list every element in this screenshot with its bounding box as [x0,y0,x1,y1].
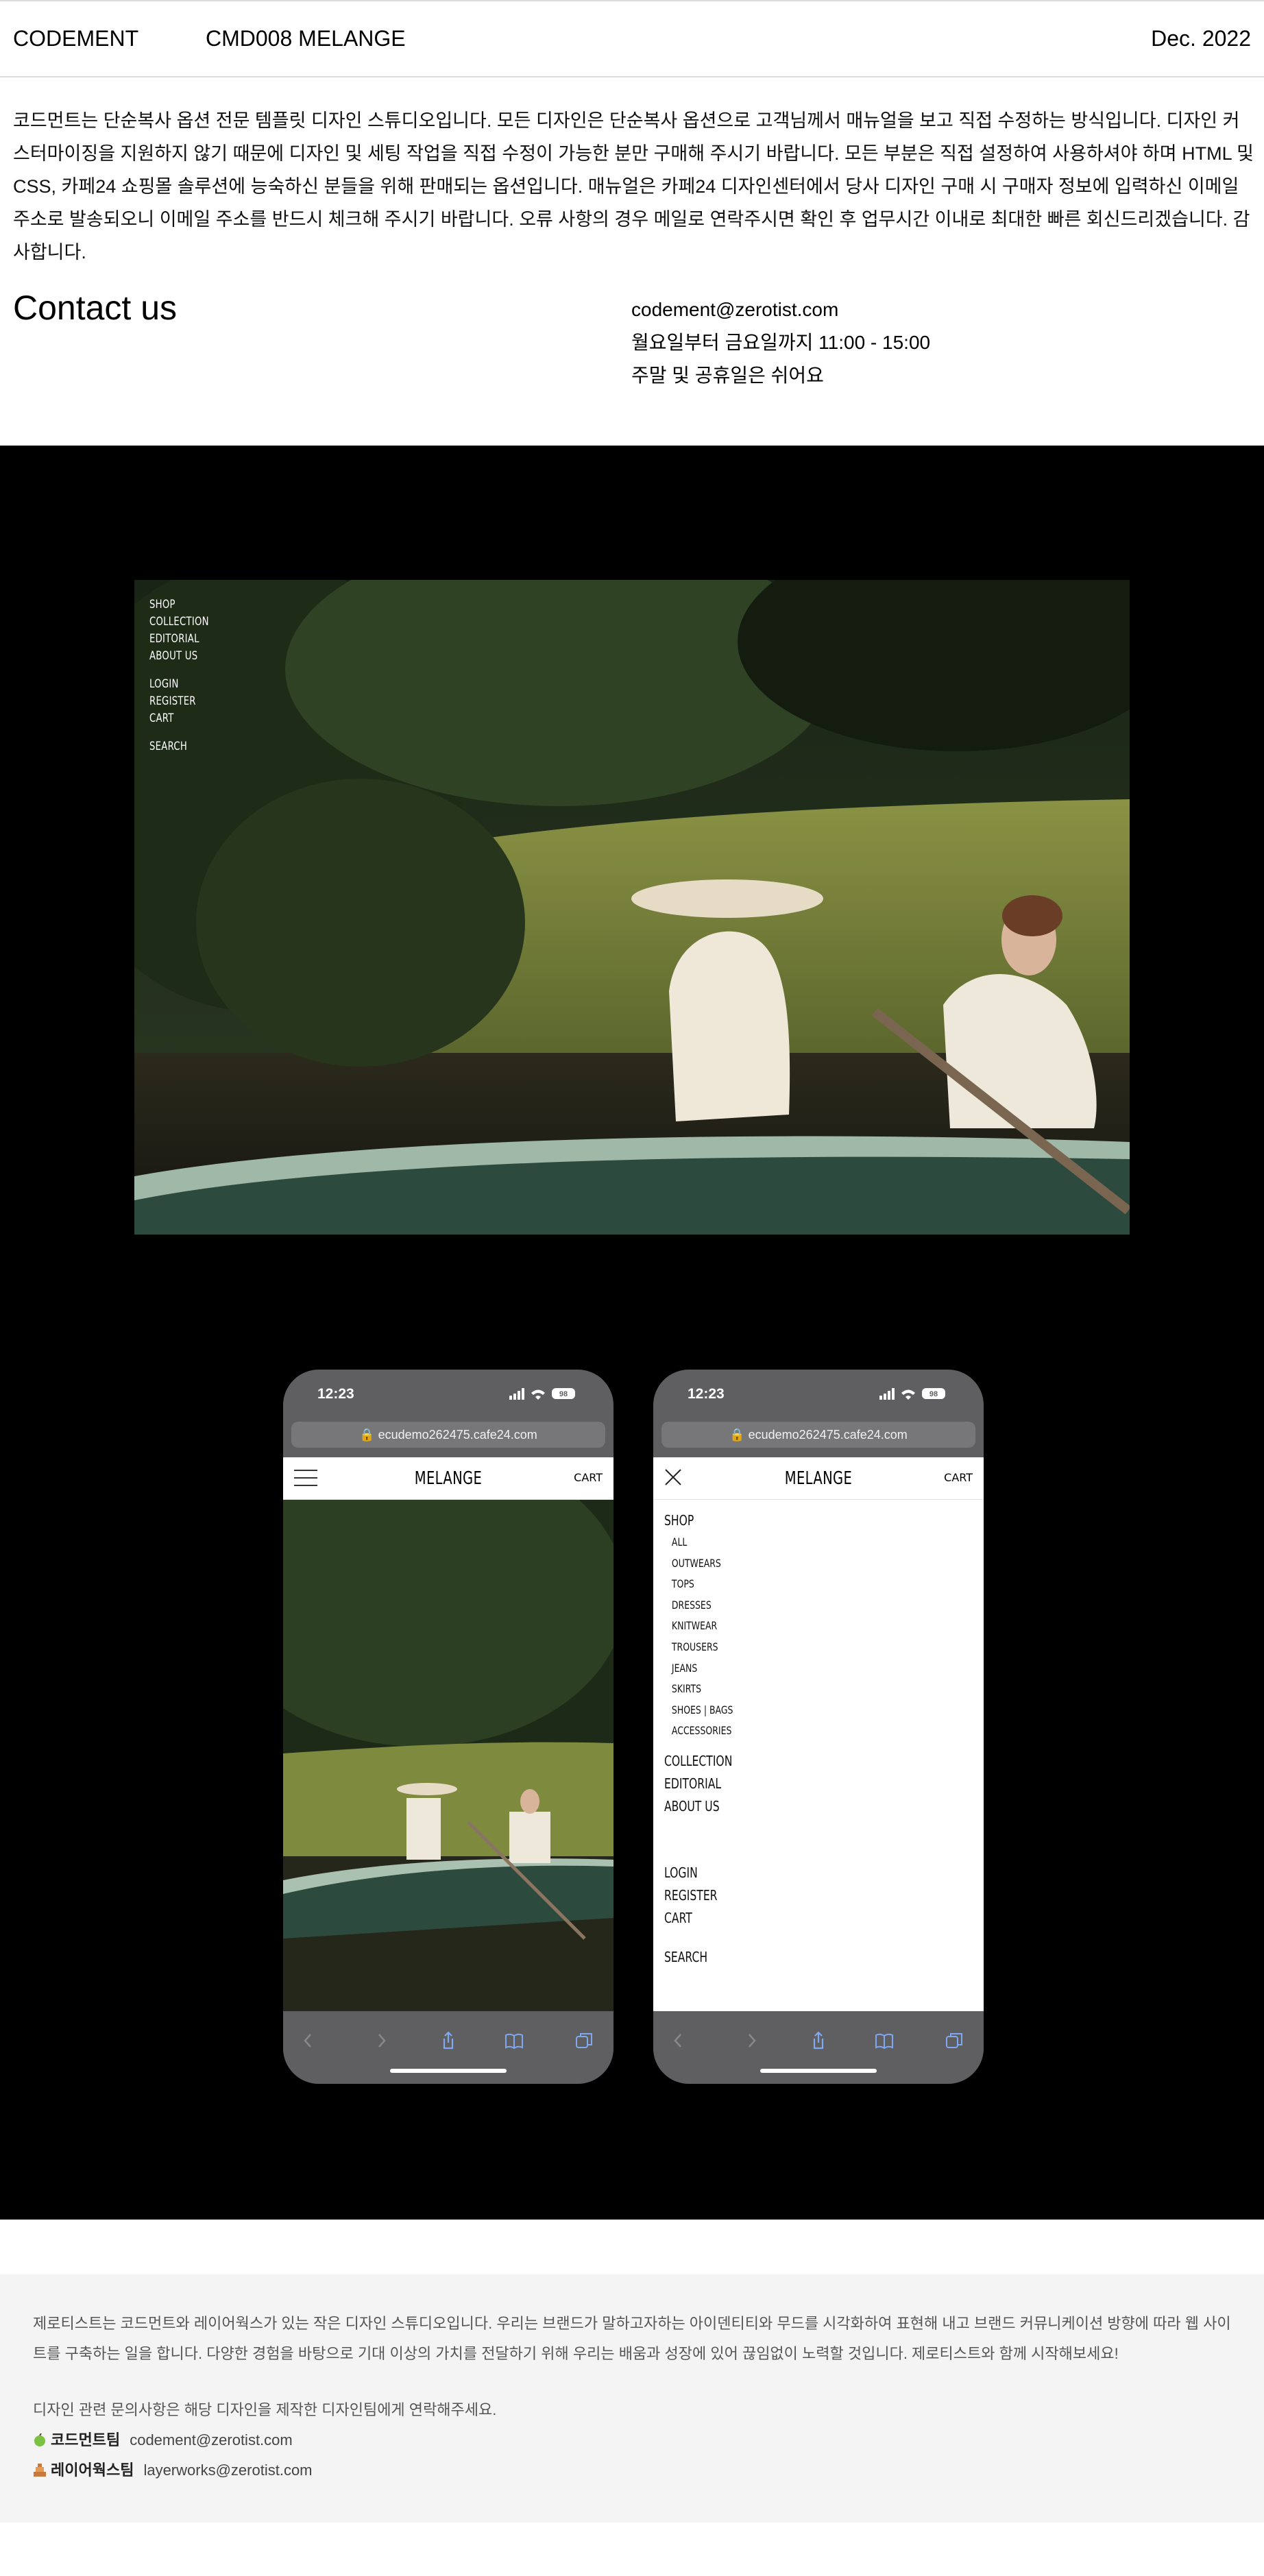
battery-level: 98 [929,1390,938,1398]
product-name: CMD008 MELANGE [206,26,406,51]
green-apple-icon [34,2433,45,2446]
hero-nav-cart[interactable]: CART [149,710,209,727]
footer: 제로티스트는 코드먼트와 레이어웍스가 있는 작은 디자인 스튜디오입니다. 우… [0,2274,1264,2523]
menu-shop-shoes-bags[interactable]: SHOES | BAGS [664,1700,733,1721]
contact-email[interactable]: codement@zerotist.com [631,293,930,326]
hero-nav-search[interactable]: SEARCH [149,738,209,755]
bookmarks-icon[interactable] [874,2030,895,2051]
contact-holiday: 주말 및 공휴일은 쉬어요 [631,365,824,386]
contact-title: Contact us [13,289,178,327]
mobile-logo[interactable]: MELANGE [694,1468,943,1489]
browser-toolbar [653,2011,984,2084]
brand-name: CODEMENT [13,26,139,51]
status-time: 12:23 [317,1386,354,1402]
hero-nav-shop[interactable]: SHOP [149,596,209,613]
menu-search[interactable]: SEARCH [664,1946,733,1969]
menu-shop-knitwear[interactable]: KNITWEAR [664,1616,733,1637]
share-icon[interactable] [438,2030,459,2051]
hero-nav-collection[interactable]: COLLECTION [149,613,209,631]
contact-info: codement@zerotist.com 월요일부터 금요일까지 11:00 … [631,293,930,392]
menu-shop-tops[interactable]: TOPS [664,1574,733,1595]
signal-wifi-battery-icon: 98 [509,1388,575,1400]
mobile-logo[interactable]: MELANGE [324,1468,572,1489]
team2-email[interactable]: layerworks@zerotist.com [143,2462,312,2479]
back-arrow-icon[interactable] [298,2030,319,2051]
stacked-bricks-icon [34,2464,46,2477]
hero-nav: SHOP COLLECTION EDITORIAL ABOUT US LOGIN… [149,596,209,755]
mobile-cart-link[interactable]: CART [574,1471,603,1484]
forward-arrow-icon[interactable] [741,2030,762,2051]
url-text: ecudemo262475.cafe24.com [378,1428,537,1442]
hero-nav-editorial[interactable]: EDITORIAL [149,631,209,648]
mobile-cart-link[interactable]: CART [944,1471,973,1484]
release-date: Dec. 2022 [1151,26,1251,51]
mobile-hero-photo [283,1500,613,2011]
phone-screen: MELANGE CART [283,1457,613,2011]
menu-about[interactable]: ABOUT US [664,1795,733,1818]
team1-name: 코드먼트팀 [51,2431,121,2449]
tabs-icon[interactable] [944,2030,964,2051]
menu-login[interactable]: LOGIN [664,1862,733,1884]
menu-collection[interactable]: COLLECTION [664,1750,733,1773]
contact-hours: 월요일부터 금요일까지 11:00 - 15:00 [631,332,931,353]
tabs-icon[interactable] [574,2030,594,2051]
url-bar[interactable]: 🔒 ecudemo262475.cafe24.com [661,1422,975,1448]
status-bar: 12:23 98 [283,1370,613,1422]
bookmarks-icon[interactable] [504,2030,524,2051]
phone-screen: MELANGE CART SHOP ALL OUTWEARS TOPS DRES… [653,1457,984,2011]
menu-editorial[interactable]: EDITORIAL [664,1773,733,1795]
team-codement: 코드먼트팀 codement@zerotist.com [33,2425,293,2455]
hero-image: SHOP COLLECTION EDITORIAL ABOUT US LOGIN… [134,580,1130,1235]
menu-shop-dresses[interactable]: DRESSES [664,1595,733,1616]
close-icon[interactable] [663,1467,683,1487]
menu-shop-all[interactable]: ALL [664,1532,733,1553]
team-layerworks: 레이어웍스팀 layerworks@zerotist.com [33,2455,313,2486]
phone-mockup-home: 12:23 98 🔒 ecudemo262475.cafe24.com MELA… [283,1370,613,2084]
home-indicator [760,2069,877,2073]
menu-shop-jeans[interactable]: JEANS [664,1658,733,1679]
battery-level: 98 [559,1390,568,1398]
menu-cart[interactable]: CART [664,1907,733,1930]
hero-nav-about[interactable]: ABOUT US [149,648,209,665]
menu-shop-accessories[interactable]: ACCESSORIES [664,1721,733,1742]
url-text: ecudemo262475.cafe24.com [748,1428,908,1442]
menu-shop-skirts[interactable]: SKIRTS [664,1679,733,1700]
hero-nav-login[interactable]: LOGIN [149,676,209,693]
top-header: CODEMENT CMD008 MELANGE Dec. 2022 [0,0,1264,77]
signal-wifi-battery-icon: 98 [879,1388,945,1400]
mobile-header: MELANGE CART [653,1457,984,1500]
menu-shop-outwears[interactable]: OUTWEARS [664,1553,733,1575]
phone-mockup-menu: 12:23 98 🔒 ecudemo262475.cafe24.com MELA… [653,1370,984,2084]
share-icon[interactable] [808,2030,829,2051]
intro-text: 코드먼트는 단순복사 옵션 전문 템플릿 디자인 스튜디오입니다. 모든 디자인… [13,110,1254,263]
footer-inquiry: 디자인 관련 문의사항은 해당 디자인을 제작한 디자인팀에게 연락해주세요. [33,2401,497,2418]
browser-toolbar [283,2011,613,2084]
menu-shop-trousers[interactable]: TROUSERS [664,1637,733,1658]
back-arrow-icon[interactable] [668,2030,689,2051]
home-indicator [390,2069,507,2073]
team2-name: 레이어웍스팀 [51,2462,134,2479]
mobile-menu: SHOP ALL OUTWEARS TOPS DRESSES KNITWEAR … [664,1509,733,1969]
status-time: 12:23 [688,1386,725,1402]
menu-register[interactable]: REGISTER [664,1884,733,1907]
status-bar: 12:23 98 [653,1370,984,1422]
hero-nav-register[interactable]: REGISTER [149,693,209,710]
menu-shop[interactable]: SHOP [664,1509,733,1532]
team1-email[interactable]: codement@zerotist.com [130,2431,293,2449]
url-bar[interactable]: 🔒 ecudemo262475.cafe24.com [291,1422,605,1448]
mobile-header: MELANGE CART [283,1457,613,1500]
hamburger-menu-icon[interactable] [294,1470,317,1487]
footer-about: 제로티스트는 코드먼트와 레이어웍스가 있는 작은 디자인 스튜디오입니다. 우… [33,2315,1231,2362]
hero-photo [134,580,1130,1235]
forward-arrow-icon[interactable] [371,2030,391,2051]
